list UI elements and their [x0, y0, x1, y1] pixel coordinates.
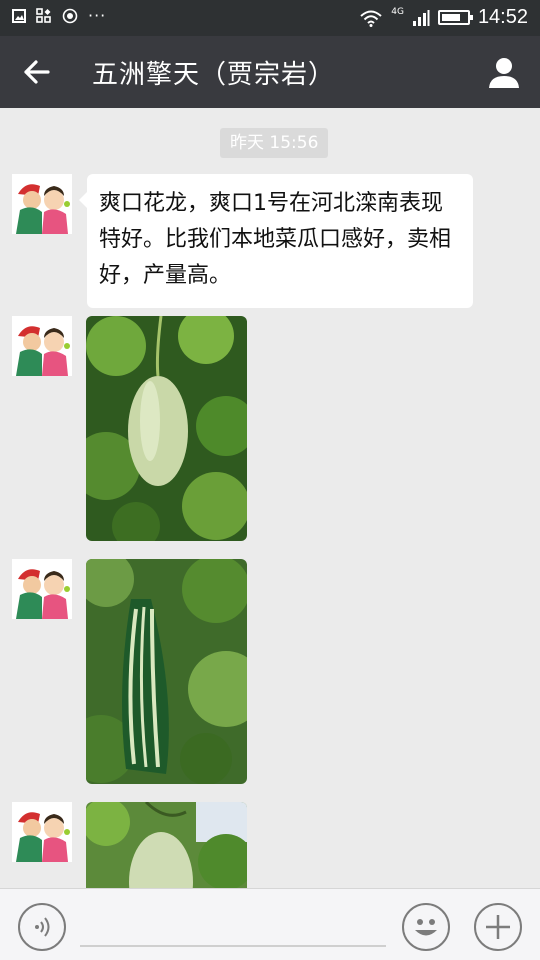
- input-bar: [0, 888, 540, 960]
- message-bubble-text[interactable]: 爽口花龙，爽口1号在河北滦南表现特好。比我们本地菜瓜口感好，卖相好，产量高。: [79, 174, 473, 308]
- plus-icon: [486, 915, 510, 939]
- chat-title: 五洲擎天（贾宗岩）: [92, 60, 336, 90]
- voice-button[interactable]: [18, 903, 66, 951]
- emoji-button[interactable]: [402, 903, 450, 951]
- avatar[interactable]: [12, 802, 72, 862]
- person-icon: [489, 58, 519, 88]
- chat-header: 五洲擎天（贾宗岩）: [0, 36, 540, 108]
- plus-button[interactable]: [474, 903, 522, 951]
- network-label: 4G: [391, 6, 404, 17]
- wifi-icon: [360, 10, 382, 27]
- status-left-icons: ···: [12, 8, 106, 24]
- signal-icon: [412, 9, 430, 26]
- avatar-cartoon-icon: [12, 559, 72, 619]
- message-image-melon-striped[interactable]: [86, 559, 247, 784]
- grid-icon: [36, 8, 51, 23]
- avatar[interactable]: [12, 559, 72, 619]
- avatar-cartoon-icon: [12, 802, 72, 862]
- melon-photo: [86, 316, 247, 541]
- status-right-icons: 4G 14:52: [359, 6, 528, 29]
- message-image-melon-partial[interactable]: [86, 802, 247, 888]
- voice-icon: [35, 917, 50, 937]
- status-bar: ··· 4G 14:52: [0, 0, 540, 36]
- message-image-melon-pale[interactable]: [86, 316, 247, 541]
- avatar[interactable]: [12, 316, 72, 376]
- arrow-left-icon: [24, 60, 50, 84]
- status-time: 14:52: [477, 6, 528, 28]
- back-button[interactable]: [18, 52, 58, 92]
- more-dots-icon: ···: [88, 6, 107, 25]
- avatar[interactable]: [12, 174, 72, 234]
- battery-icon: [437, 10, 473, 25]
- melon-photo: [86, 802, 247, 888]
- chat-area[interactable]: 昨天 15:56 爽口花龙，爽口1号在河北滦南表现特好。比我们本地菜瓜口感好，卖…: [0, 108, 540, 888]
- record-icon: [62, 8, 78, 24]
- image-icon: [12, 9, 26, 23]
- message-timestamp: 昨天 15:56: [220, 128, 329, 158]
- emoji-icon: [415, 919, 437, 936]
- profile-button[interactable]: [484, 52, 524, 92]
- message-input[interactable]: [80, 945, 386, 947]
- melon-photo: [86, 559, 247, 784]
- avatar-cartoon-icon: [12, 316, 72, 376]
- avatar-cartoon-icon: [12, 174, 72, 234]
